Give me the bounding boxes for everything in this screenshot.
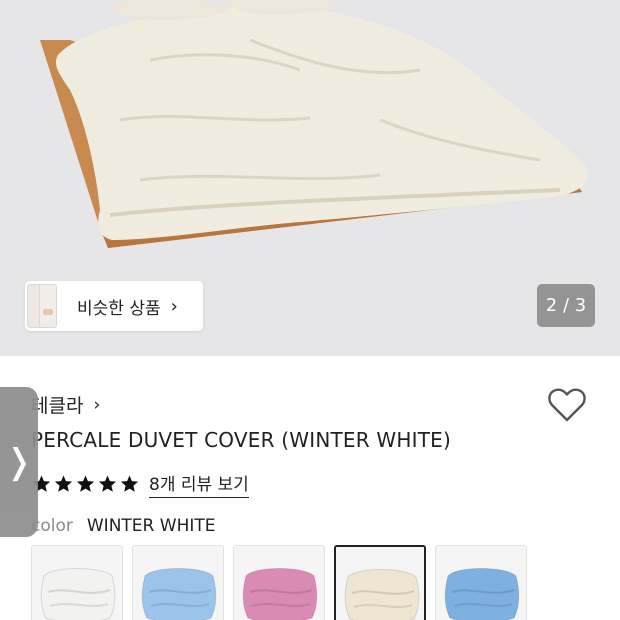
brand-name: 테클라 <box>31 395 84 417</box>
color-swatch-winter-white[interactable] <box>334 545 426 620</box>
selected-color-value: WINTER WHITE <box>86 516 216 536</box>
color-swatch-blue-stripe[interactable] <box>435 545 527 620</box>
product-title: PERCALE DUVET COVER (WINTER WHITE) <box>31 428 451 452</box>
similar-products-label: 비슷한 상품 <box>77 298 161 319</box>
product-image-carousel[interactable]: 비슷한 상품 › 2 / 3 <box>0 0 620 356</box>
brand-link[interactable]: 테클라 › <box>31 391 100 418</box>
rating-row: 8개 리뷰 보기 <box>31 470 249 498</box>
similar-products-thumbnails <box>25 281 59 331</box>
color-swatch-pink-stripe[interactable] <box>233 545 325 620</box>
similar-products-button[interactable]: 비슷한 상품 › <box>25 281 203 331</box>
chevron-right-icon: ❭ <box>4 442 34 482</box>
star-icon <box>98 475 117 492</box>
star-icon <box>54 475 73 492</box>
star-rating <box>31 474 141 494</box>
color-swatch-blue[interactable] <box>132 545 224 620</box>
image-pager-indicator: 2 / 3 <box>537 284 595 327</box>
color-option-row: color WINTER WHITE <box>31 516 216 536</box>
product-info-panel: 테클라 › PERCALE DUVET COVER (WINTER WHITE)… <box>0 356 620 620</box>
heart-icon[interactable] <box>547 386 587 424</box>
chevron-right-icon: › <box>170 295 178 317</box>
star-icon <box>76 475 95 492</box>
color-swatch-list <box>31 545 536 620</box>
color-swatch-white[interactable] <box>31 545 123 620</box>
side-panel-toggle[interactable]: ❭ <box>0 387 38 537</box>
star-icon <box>120 475 139 492</box>
reviews-link[interactable]: 8개 리뷰 보기 <box>149 470 249 498</box>
chevron-right-icon: › <box>93 394 101 415</box>
